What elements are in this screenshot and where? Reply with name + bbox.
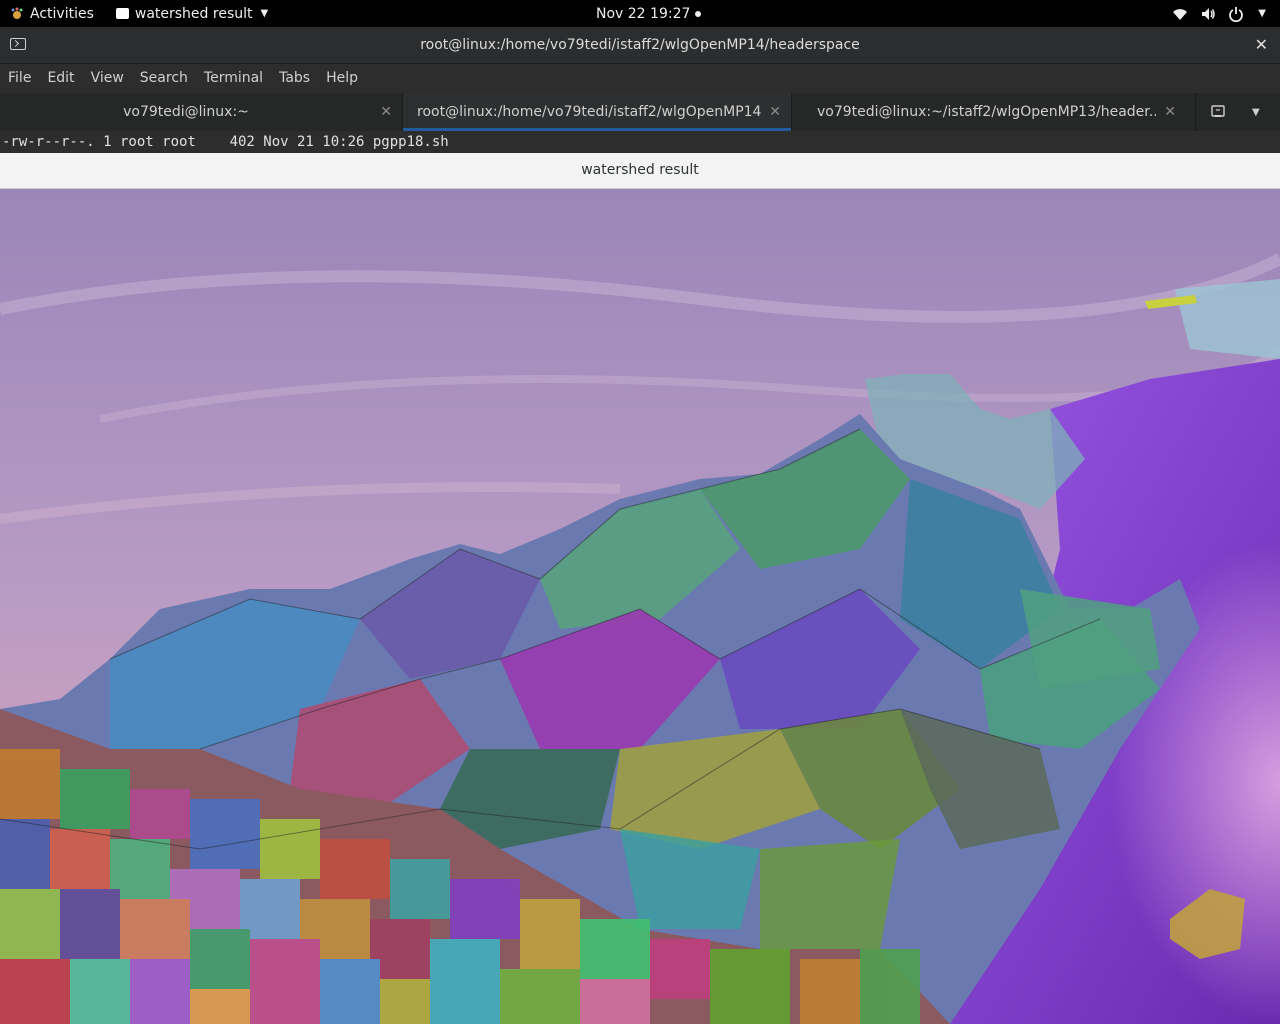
tab-headerspace[interactable]: root@linux:/home/vo79tedi/istaff2/wlgOpe… [403,93,791,131]
tab-divider [1195,93,1196,131]
close-tab-icon[interactable]: ✕ [769,93,781,131]
tabs-menu-button[interactable]: ▼ [1252,93,1260,131]
image-window-title[interactable]: watershed result [0,153,1280,189]
terminal-output-line: -rw-r--r--. 1 root root 402 Nov 21 10:26… [0,131,1280,153]
activities-label: Activities [30,5,94,22]
tab-label: root@linux:/home/vo79tedi/istaff2/wlgOpe… [417,104,761,120]
menu-edit[interactable]: Edit [39,70,82,86]
app-window-icon [115,8,129,19]
top-bar: Activities watershed result ▼ Nov 22 19:… [0,0,1280,27]
watershed-image [0,189,1280,1024]
chevron-down-icon: ▼ [1258,8,1266,19]
menu-help[interactable]: Help [318,70,366,86]
clock-label: Nov 22 19:27 [596,5,691,22]
menu-search[interactable]: Search [132,70,196,86]
image-window: watershed result [0,153,1280,1024]
volume-icon [1202,7,1216,20]
tab-wlgopenmp13[interactable]: vo79tedi@linux:~/istaff2/wlgOpenMP13/hea… [792,93,1186,131]
terminal-titlebar[interactable]: root@linux:/home/vo79tedi/istaff2/wlgOpe… [0,27,1280,64]
window-title: root@linux:/home/vo79tedi/istaff2/wlgOpe… [420,37,860,53]
tab-label: vo79tedi@linux:~ [123,104,249,120]
clock[interactable]: Nov 22 19:27 [596,0,702,27]
menu-file[interactable]: File [0,70,39,86]
tab-home[interactable]: vo79tedi@linux:~ ✕ [0,93,402,131]
new-tab-button[interactable] [1210,93,1228,131]
tab-bar: vo79tedi@linux:~ ✕ root@linux:/home/vo79… [0,93,1280,131]
menu-terminal[interactable]: Terminal [196,70,271,86]
menu-view[interactable]: View [83,70,132,86]
gnome-foot-icon [11,7,23,19]
close-window-button[interactable]: ✕ [1255,35,1268,54]
chevron-down-icon: ▼ [1252,106,1260,118]
app-menu-label: watershed result [134,5,253,22]
system-tray[interactable]: ▼ [1172,0,1266,27]
chevron-down-icon: ▼ [260,8,269,19]
new-tab-icon [1211,105,1225,117]
tab-label: vo79tedi@linux:~/istaff2/wlgOpenMP13/hea… [817,104,1156,120]
close-tab-icon[interactable]: ✕ [380,93,392,131]
image-canvas[interactable] [0,189,1280,1024]
notification-dot-icon [695,10,702,17]
close-tab-icon[interactable]: ✕ [1164,93,1176,131]
app-menu[interactable]: watershed result ▼ [115,5,269,22]
activities-button[interactable]: Activities watershed result ▼ [10,0,268,27]
wifi-icon [1173,8,1188,20]
terminal-window: root@linux:/home/vo79tedi/istaff2/wlgOpe… [0,27,1280,153]
menu-tabs[interactable]: Tabs [271,70,318,86]
menu-bar: File Edit View Search Terminal Tabs Help [0,64,1280,92]
power-icon [1229,6,1244,22]
